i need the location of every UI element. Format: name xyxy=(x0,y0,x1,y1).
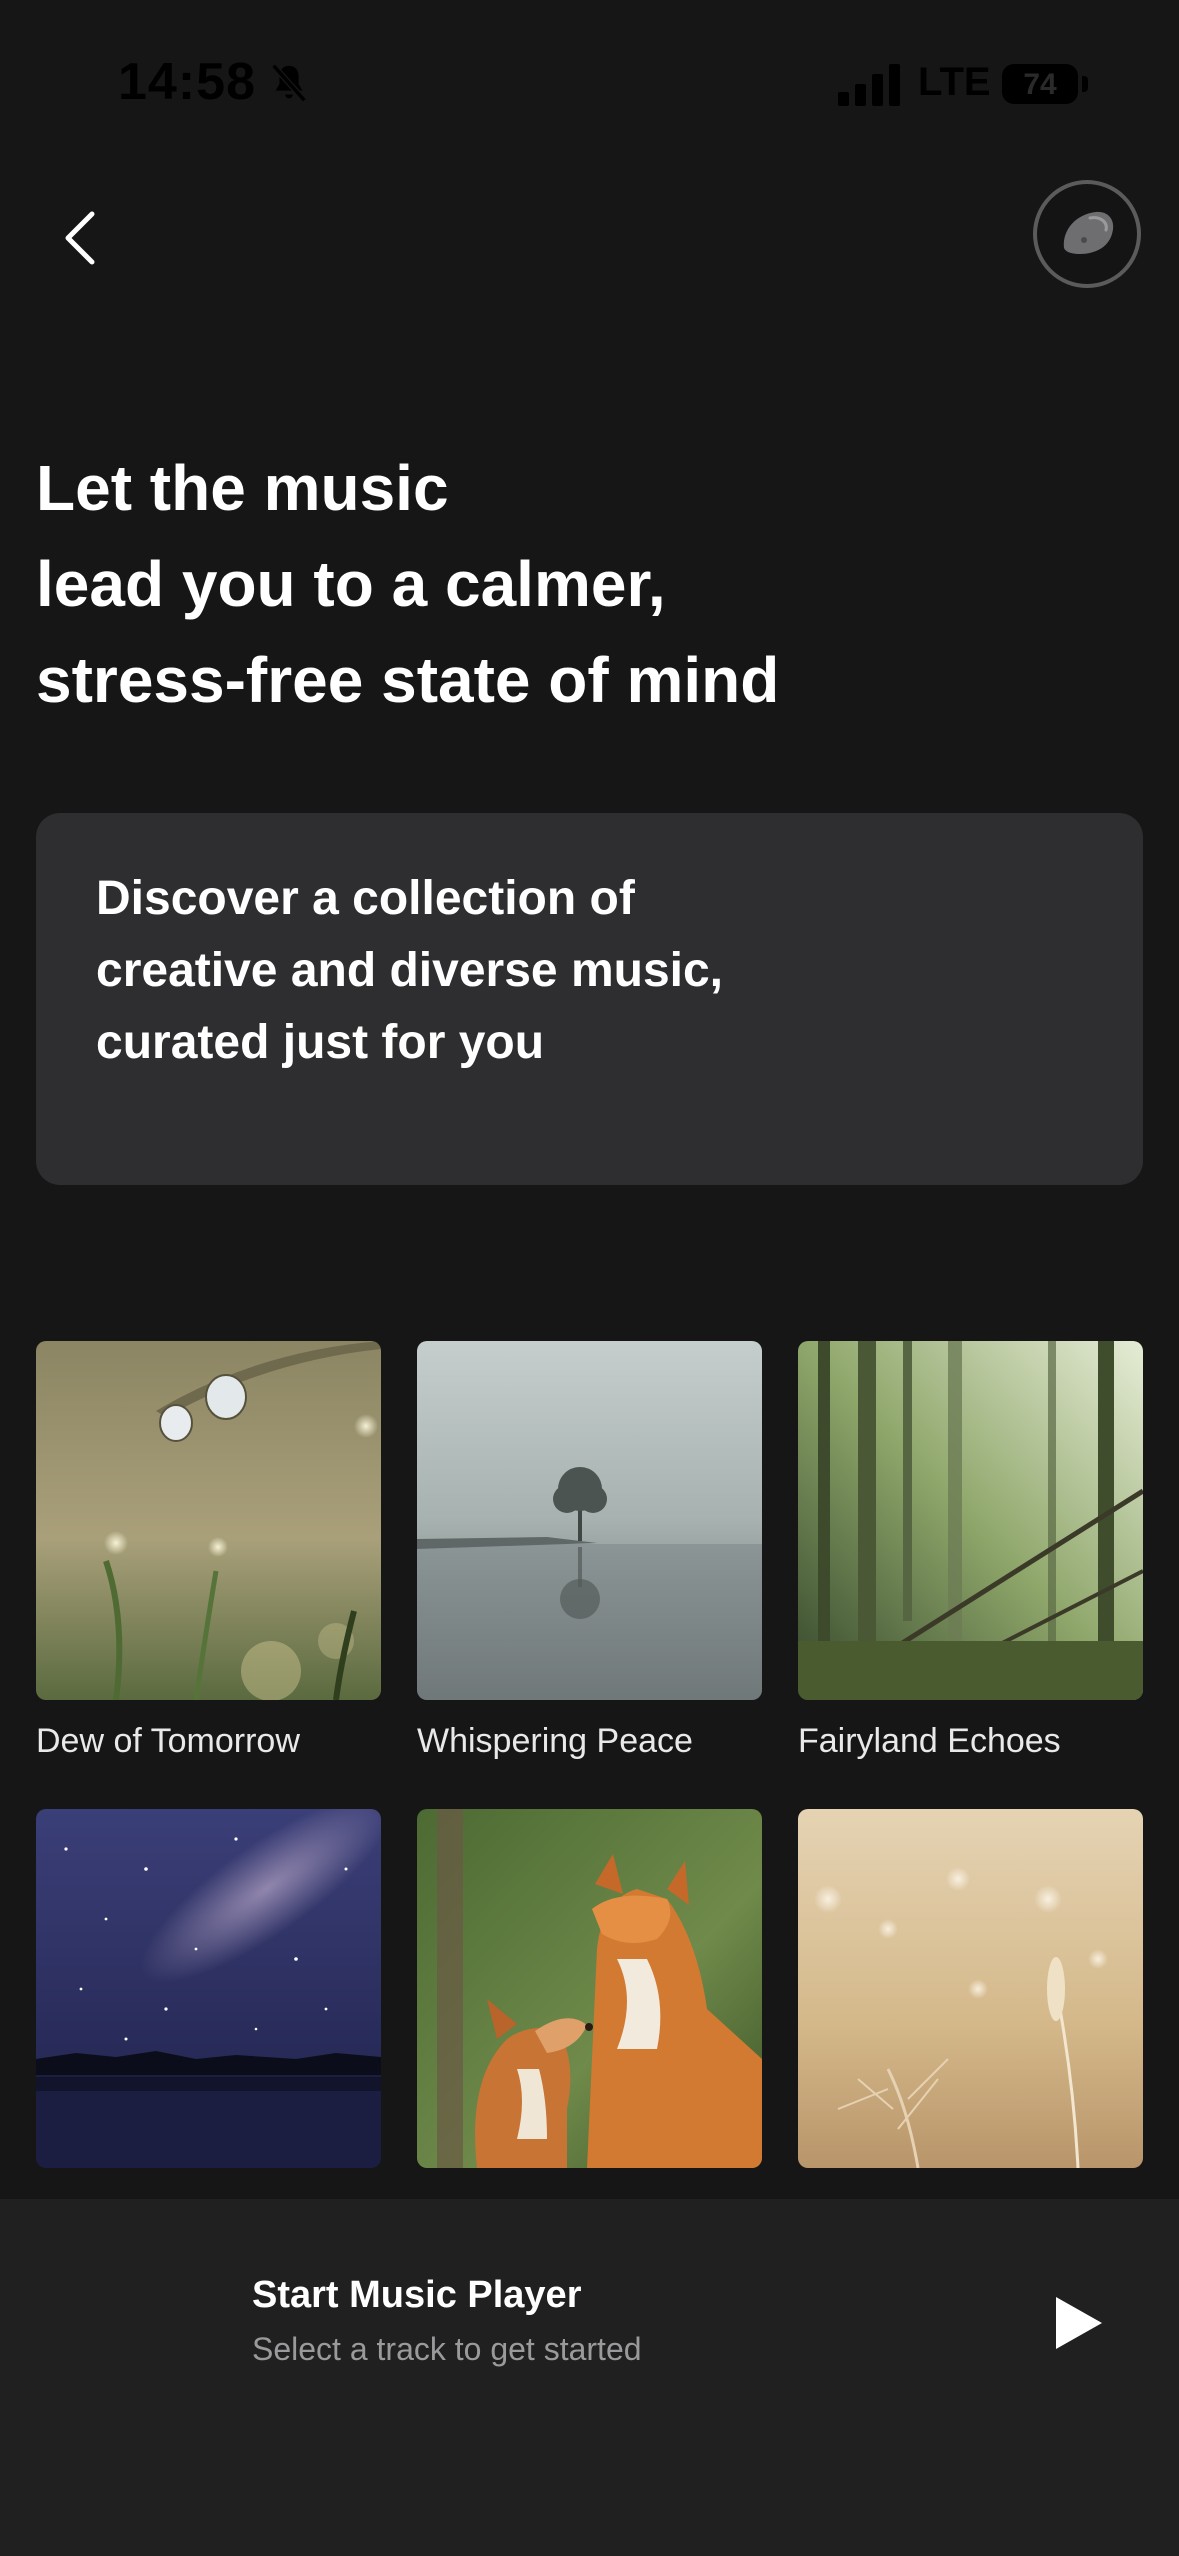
track-card-foxes[interactable] xyxy=(417,1809,762,2190)
battery-tip xyxy=(1082,76,1088,92)
track-card-fairyland-echoes[interactable]: Fairyland Echoes xyxy=(798,1341,1143,1761)
promo-card: Discover a collection of creative and di… xyxy=(36,813,1143,1185)
chevron-left-icon xyxy=(65,211,95,265)
headline-line: stress-free state of mind xyxy=(36,644,780,716)
dew-drops-image xyxy=(36,1341,381,1700)
promo-text: Discover a collection of creative and di… xyxy=(96,863,856,1079)
battery-level: 74 xyxy=(1023,68,1057,101)
foxes-image xyxy=(417,1809,762,2168)
promo-line: creative and diverse music, xyxy=(96,944,723,997)
golden-grass-image xyxy=(798,1809,1143,2168)
battery-indicator: 74 xyxy=(1002,64,1078,104)
play-icon xyxy=(1056,2297,1102,2349)
status-time: 14:58 xyxy=(118,53,256,111)
track-card-dew-of-tomorrow[interactable]: Dew of Tomorrow xyxy=(36,1341,381,1761)
back-button[interactable] xyxy=(48,196,112,280)
forest-image xyxy=(798,1341,1143,1700)
track-title: Dew of Tomorrow xyxy=(36,1722,300,1760)
bell-slash-icon xyxy=(271,63,307,103)
track-card-whispering-peace[interactable]: Whispering Peace xyxy=(417,1341,762,1761)
avatar-icon xyxy=(1063,211,1114,254)
track-card-golden-grass[interactable] xyxy=(798,1809,1143,2190)
headline-line: Let the music xyxy=(36,452,449,524)
misty-lake-tree-image xyxy=(417,1341,762,1700)
page-headline: Let the music lead you to a calmer, stre… xyxy=(36,440,1136,728)
starry-night-lake-image xyxy=(36,1809,381,2168)
track-title: Whispering Peace xyxy=(417,1722,693,1760)
player-subtitle: Select a track to get started xyxy=(252,2331,642,2367)
headline-line: lead you to a calmer, xyxy=(36,548,666,620)
signal-icon xyxy=(838,64,900,106)
promo-line: Discover a collection of xyxy=(96,872,635,925)
track-card-starry-night[interactable] xyxy=(36,1809,381,2190)
track-title: Fairyland Echoes xyxy=(798,1722,1061,1760)
music-player-bar[interactable]: Start Music Player Select a track to get… xyxy=(0,2199,1179,2556)
network-label: LTE xyxy=(918,60,991,104)
player-title: Start Music Player xyxy=(252,2274,582,2316)
promo-line: curated just for you xyxy=(96,1016,545,1069)
avatar-button[interactable] xyxy=(1033,180,1141,288)
status-bar: 14:58 LTE 74 xyxy=(0,0,1179,175)
play-button[interactable] xyxy=(1036,2283,1116,2363)
